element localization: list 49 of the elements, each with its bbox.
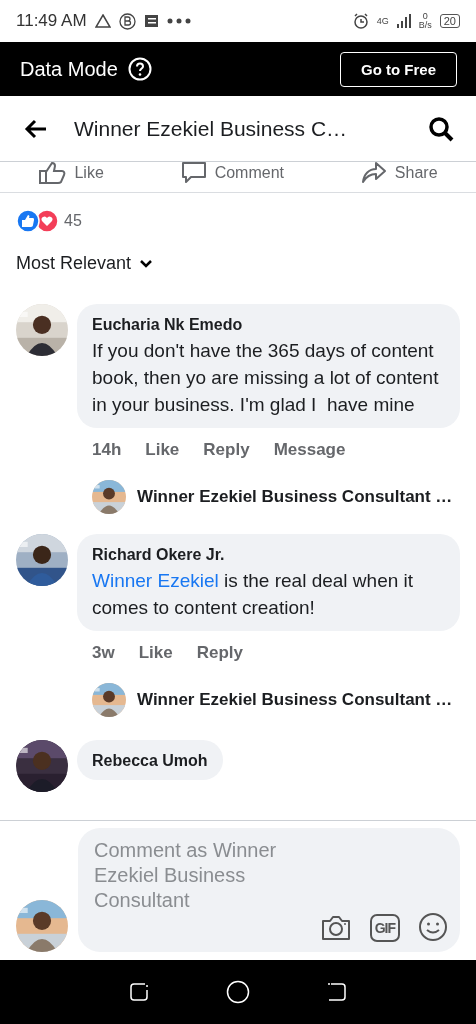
go-to-free-button[interactable]: Go to Free	[340, 51, 457, 87]
speech-bubble-icon	[180, 162, 207, 186]
thumbs-up-icon	[38, 162, 67, 185]
page-title: Winner Ezekiel Business C…	[74, 116, 349, 141]
comment-button[interactable]: Comment	[180, 162, 284, 186]
reply-preview[interactable]: Winner Ezekiel Business Consultant …	[137, 487, 453, 507]
comment-input-field[interactable]: Comment as Winner Ezekiel Business Consultant GIF	[78, 828, 460, 952]
chevron-down-icon	[139, 259, 154, 268]
back-arrow-icon[interactable]	[24, 118, 48, 139]
circled-b-icon	[118, 12, 136, 30]
alarm-clock-icon	[352, 13, 369, 29]
battery-level: 20	[439, 14, 460, 28]
clock-time: 11:49 AM	[16, 11, 87, 31]
back-icon[interactable]	[326, 981, 348, 1003]
signal-icon	[396, 14, 411, 28]
comment-time: 3w	[92, 643, 115, 663]
comment-text: Winner Ezekiel is the real deal when it comes to content creation!	[92, 569, 415, 620]
comment-action[interactable]: Message	[273, 440, 346, 460]
comment-action[interactable]: Reply	[203, 440, 250, 460]
speed-unit: B/s	[418, 20, 432, 30]
comment-author[interactable]: Richard Okere Jr.	[92, 546, 445, 564]
comment-author[interactable]: Rebecca Umoh	[92, 752, 208, 770]
home-icon[interactable]	[226, 980, 250, 1004]
reaction-count: 45	[64, 212, 82, 230]
camera-button[interactable]	[319, 914, 352, 942]
help-icon[interactable]	[127, 57, 152, 81]
recent-apps-icon[interactable]	[128, 981, 150, 1003]
gif-button[interactable]: GIF	[369, 914, 400, 942]
comment-action[interactable]: Like	[138, 643, 173, 663]
comment-action[interactable]: Reply	[196, 643, 243, 663]
comment-time: 14h	[92, 440, 122, 460]
warning-triangle-icon	[94, 14, 111, 28]
reaction-icons	[16, 209, 58, 233]
mention-link[interactable]: Winner Ezekiel	[92, 570, 219, 591]
reply-preview[interactable]: Winner Ezekiel Business Consultant …	[137, 690, 453, 710]
sort-dropdown[interactable]: Most Relevant	[0, 233, 170, 274]
network-type: 4G	[376, 16, 389, 26]
more-dots-icon	[166, 18, 191, 24]
share-arrow-icon	[360, 162, 387, 185]
comment-action[interactable]: Like	[145, 440, 180, 460]
speed-value: 0	[421, 12, 429, 21]
like-button[interactable]: Like	[38, 162, 104, 185]
message-icon	[143, 14, 159, 28]
share-button[interactable]: Share	[360, 162, 438, 185]
emoji-button[interactable]	[418, 912, 448, 942]
comment-text: If you don't have the 365 days of content book, then yo are missing a lot of content in your business. I'm glad I have mine	[92, 339, 440, 417]
data-mode-label: Data Mode	[20, 57, 118, 81]
comment-author[interactable]: Eucharia Nk Emedo	[92, 316, 445, 334]
search-icon[interactable]	[428, 115, 454, 142]
